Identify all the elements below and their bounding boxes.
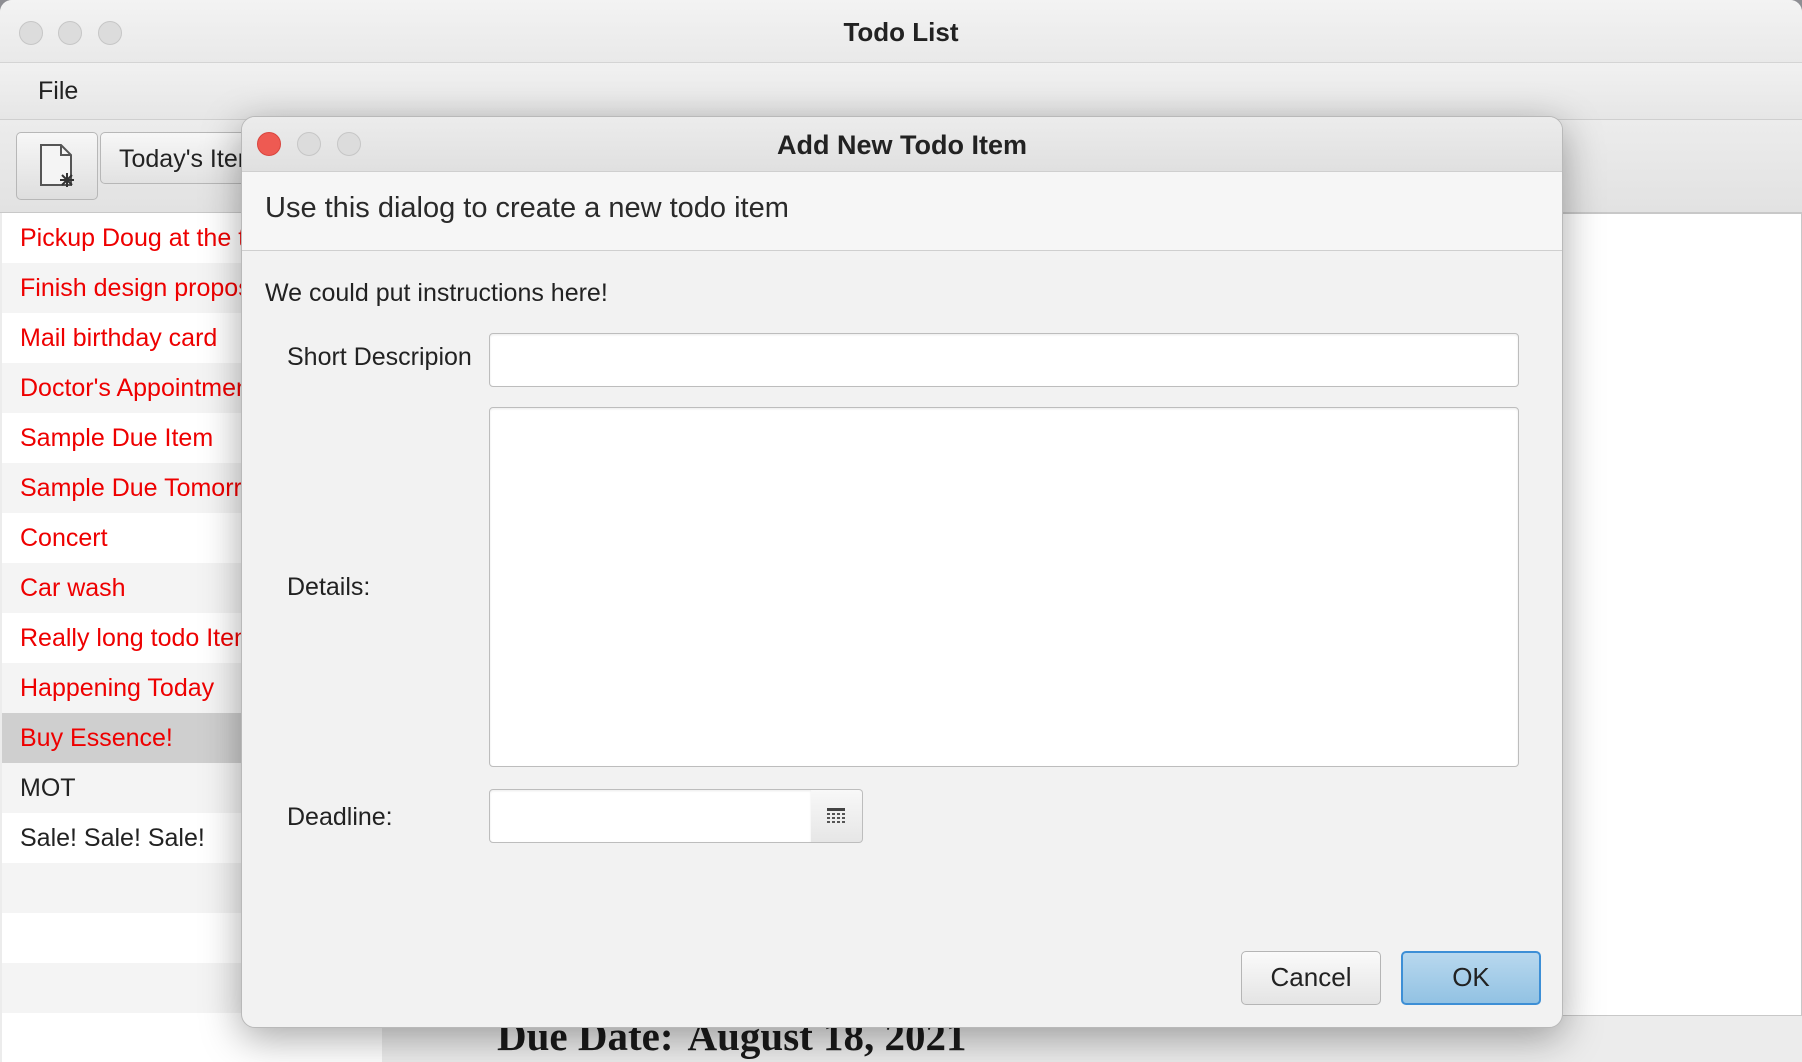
- details-label: Details:: [287, 573, 371, 601]
- dialog-instructions: We could put instructions here!: [265, 279, 608, 307]
- dialog-header: Use this dialog to create a new todo ite…: [242, 172, 1562, 251]
- window-title: Todo List: [843, 17, 959, 47]
- date-picker-button[interactable]: [811, 789, 863, 843]
- short-description-input[interactable]: [489, 333, 1519, 387]
- add-todo-dialog: Add New Todo Item Use this dialog to cre…: [241, 116, 1563, 1028]
- dialog-title: Add New Todo Item: [777, 130, 1027, 160]
- calendar-icon: [827, 808, 845, 823]
- new-document-icon: [40, 144, 74, 187]
- cancel-button[interactable]: Cancel: [1241, 951, 1381, 1005]
- deadline-label: Deadline:: [287, 803, 393, 831]
- menu-file[interactable]: File: [38, 77, 78, 106]
- new-item-button[interactable]: [16, 132, 98, 200]
- menubar: File: [0, 63, 1802, 120]
- ok-button[interactable]: OK: [1401, 951, 1541, 1005]
- short-description-label: Short Descripion: [287, 343, 472, 371]
- dialog-header-text: Use this dialog to create a new todo ite…: [265, 192, 789, 224]
- deadline-input[interactable]: [489, 789, 812, 843]
- main-titlebar: Todo List: [0, 0, 1802, 63]
- dialog-titlebar: Add New Todo Item: [242, 117, 1562, 172]
- details-textarea[interactable]: [489, 407, 1519, 767]
